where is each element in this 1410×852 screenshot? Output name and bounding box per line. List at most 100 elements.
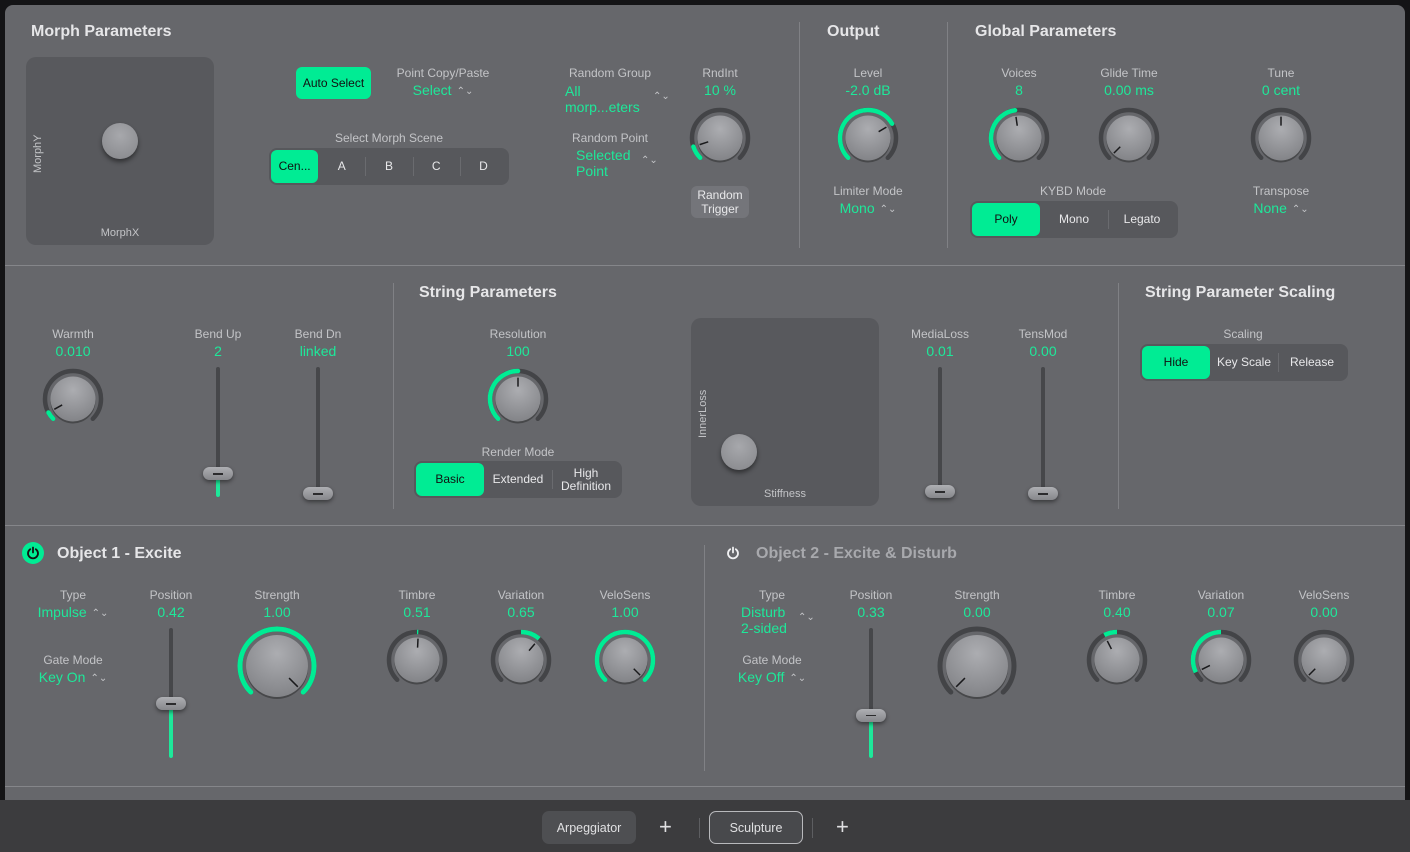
render-mode-selector: Basic Extended High Definition (414, 461, 622, 498)
scaling-option[interactable]: Release (1278, 346, 1346, 379)
bend-dn-value: linked (299, 343, 337, 359)
voices-knob[interactable] (987, 106, 1051, 170)
tab-sculpture[interactable]: Sculpture (709, 811, 803, 844)
slider-track (938, 367, 942, 495)
add-plugin-button-2[interactable]: + (836, 814, 849, 840)
object1-timbre-value: 0.51 (403, 604, 431, 620)
random-trigger-button[interactable]: Random Trigger (691, 186, 749, 218)
object2-timbre-label: Timbre (1098, 588, 1136, 602)
morph-xy-pad[interactable]: MorphY MorphX (26, 57, 214, 245)
auto-select-button[interactable]: Auto Select (296, 67, 371, 99)
slider-thumb[interactable] (856, 708, 886, 722)
kybd-mode-option[interactable]: Legato (1108, 203, 1176, 236)
morph-scene-option[interactable]: A (318, 150, 365, 183)
random-group-select[interactable]: All morp...eters ⌃⌄ (565, 83, 670, 115)
kybd-mode-selector: Poly Mono Legato (970, 201, 1178, 238)
kybd-mode-option[interactable]: Poly (972, 203, 1040, 236)
object1-type-select[interactable]: Impulse ⌃⌄ (38, 604, 109, 620)
object2-variation-knob[interactable] (1189, 628, 1253, 692)
bend-up-slider[interactable] (203, 367, 233, 497)
random-group-value-2: morp...eters (565, 99, 640, 115)
random-point-select[interactable]: Selected Point ⌃⌄ (576, 147, 658, 179)
object2-velosens-knob[interactable] (1292, 628, 1356, 692)
object1-strength-knob[interactable] (236, 625, 318, 707)
object2-type-label: Type (758, 588, 786, 602)
rndint-knob[interactable] (688, 106, 752, 170)
separator (812, 818, 813, 838)
bend-dn-slider[interactable] (303, 367, 333, 500)
object1-velosens-knob[interactable] (593, 628, 657, 692)
object1-velosens-value: 1.00 (611, 604, 639, 620)
object1-timbre-knob[interactable] (385, 628, 449, 692)
morph-scene-option[interactable]: B (365, 150, 412, 183)
object1-gate-select[interactable]: Key On ⌃⌄ (39, 669, 107, 685)
morph-puck[interactable] (102, 123, 138, 159)
object2-velosens-label: VeloSens (1298, 588, 1350, 602)
knob-body (498, 637, 544, 683)
object1-strength-label: Strength (254, 588, 300, 602)
knob-body (1198, 637, 1244, 683)
bend-dn-label: Bend Dn (294, 327, 342, 341)
render-mode-option[interactable]: Basic (416, 463, 484, 496)
limiter-mode-value: Mono (839, 200, 875, 216)
transpose-select[interactable]: None ⌃⌄ (1253, 200, 1308, 216)
object1-variation-knob[interactable] (489, 628, 553, 692)
random-trigger-line1: Random (697, 188, 743, 202)
tab-arpeggiator[interactable]: Arpeggiator (542, 811, 636, 844)
point-copy-paste-label: Point Copy/Paste (396, 66, 490, 80)
object2-power-button[interactable] (722, 542, 744, 564)
divider (947, 22, 948, 248)
slider-thumb[interactable] (203, 467, 233, 481)
object1-power-button[interactable] (22, 542, 44, 564)
knob-body (1106, 115, 1152, 161)
object2-timbre-knob[interactable] (1085, 628, 1149, 692)
medialoss-label: MediaLoss (910, 327, 970, 341)
render-mode-option[interactable]: High Definition (552, 463, 620, 496)
limiter-mode-select[interactable]: Mono ⌃⌄ (840, 200, 897, 216)
scaling-option[interactable]: Hide (1142, 346, 1210, 379)
render-mode-option[interactable]: Extended (484, 463, 552, 496)
updown-icon: ⌃⌄ (641, 155, 658, 166)
point-copy-paste-select[interactable]: Select ⌃⌄ (413, 82, 474, 98)
object1-position-label: Position (149, 588, 193, 602)
object1-position-slider[interactable] (156, 628, 186, 758)
slider-thumb[interactable] (303, 487, 333, 500)
object2-title: Object 2 - Excite & Disturb (756, 545, 957, 562)
divider (1118, 283, 1119, 509)
slider-thumb[interactable] (1028, 487, 1058, 500)
medialoss-slider[interactable] (925, 367, 955, 498)
row-divider (5, 786, 1405, 787)
level-knob[interactable] (836, 106, 900, 170)
tune-knob[interactable] (1249, 106, 1313, 170)
tensmod-slider[interactable] (1028, 367, 1058, 500)
scaling-selector: Hide Key Scale Release (1140, 344, 1348, 381)
slider-thumb[interactable] (925, 485, 955, 498)
resolution-knob[interactable] (486, 367, 550, 431)
slider-thumb[interactable] (156, 697, 186, 711)
object2-gate-select[interactable]: Key Off ⌃⌄ (738, 669, 806, 685)
morph-scene-selector: Cen... A B C D (269, 148, 509, 185)
object2-strength-label: Strength (954, 588, 1000, 602)
knob-body (246, 635, 308, 697)
string-puck[interactable] (720, 434, 757, 471)
glide-time-knob[interactable] (1097, 106, 1161, 170)
object2-gate-value: Key Off (737, 669, 785, 685)
object1-strength-value: 1.00 (263, 604, 291, 620)
slider-fill (169, 703, 173, 758)
add-plugin-button-1[interactable]: + (659, 814, 672, 840)
morph-scene-option[interactable]: Cen... (271, 150, 319, 183)
level-value: -2.0 dB (845, 82, 891, 98)
object2-strength-knob[interactable] (936, 625, 1018, 707)
morph-scene-option[interactable]: D (459, 150, 507, 183)
kybd-mode-option[interactable]: Mono (1040, 203, 1108, 236)
object2-type-select[interactable]: Disturb 2-sided ⌃⌄ (741, 604, 815, 636)
scaling-option[interactable]: Key Scale (1210, 346, 1278, 379)
string-xy-pad[interactable]: InnerLoss Stiffness (691, 318, 879, 506)
object2-position-slider[interactable] (856, 628, 886, 758)
morph-scene-option[interactable]: C (412, 150, 460, 183)
warmth-knob[interactable] (41, 367, 105, 431)
warmth-value: 0.010 (55, 343, 91, 359)
limiter-mode-label: Limiter Mode (833, 184, 903, 198)
object2-variation-value: 0.07 (1207, 604, 1235, 620)
transpose-value: None (1253, 200, 1287, 216)
